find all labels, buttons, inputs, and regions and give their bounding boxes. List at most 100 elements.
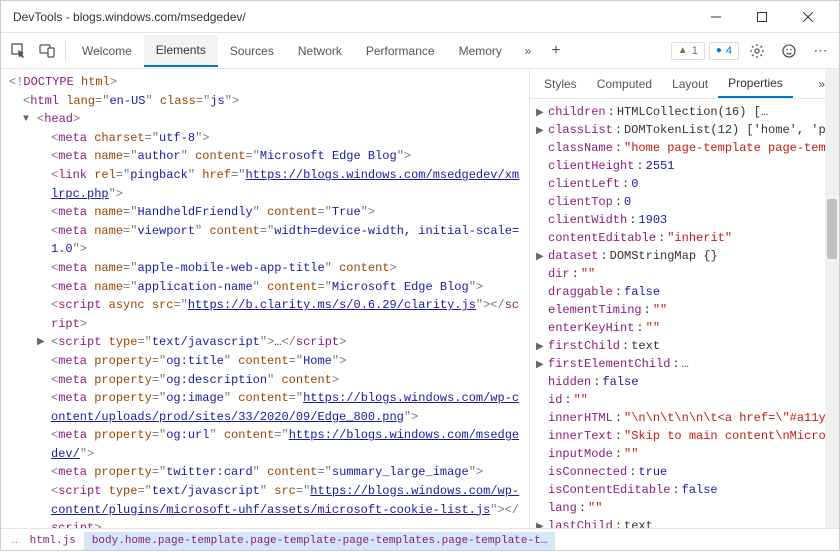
feedback-icon[interactable] bbox=[775, 37, 803, 65]
dom-node[interactable]: <link rel="pingback" href="https://blogs… bbox=[9, 166, 521, 203]
dom-node[interactable]: <meta name="HandheldFriendly" content="T… bbox=[9, 203, 521, 222]
tab-sources[interactable]: Sources bbox=[218, 36, 286, 66]
maximize-button[interactable] bbox=[739, 2, 785, 32]
breadcrumb-item[interactable]: body.home.page-template.page-template-pa… bbox=[84, 532, 555, 550]
dom-node[interactable]: <meta property="og:image" content="https… bbox=[9, 389, 521, 426]
titlebar: DevTools - blogs.windows.com/msedgedev/ bbox=[1, 1, 839, 33]
property-key: id bbox=[548, 391, 562, 409]
property-key: inputMode bbox=[548, 445, 613, 463]
elements-tree[interactable]: <!DOCTYPE html><html lang="en-US" class=… bbox=[1, 69, 529, 528]
dom-node[interactable]: <meta property="twitter:card" content="s… bbox=[9, 463, 521, 482]
tab-network[interactable]: Network bbox=[286, 36, 354, 66]
device-toggle-icon[interactable] bbox=[33, 37, 61, 65]
dom-node[interactable]: <meta property="og:url" content="https:/… bbox=[9, 426, 521, 463]
property-value: "" bbox=[646, 319, 660, 337]
property-row[interactable]: ▶firstElementChild: … bbox=[536, 355, 833, 373]
property-value: DOMTokenList(12) ['home', 'page-… bbox=[624, 121, 833, 139]
property-value: "" bbox=[653, 301, 667, 319]
property-row[interactable]: clientTop: 0 bbox=[536, 193, 833, 211]
property-row[interactable]: className: "home page-template page-temp… bbox=[536, 139, 833, 157]
property-row[interactable]: clientHeight: 2551 bbox=[536, 157, 833, 175]
add-tab-icon[interactable]: + bbox=[542, 37, 570, 65]
expand-arrow-icon[interactable]: ▶ bbox=[37, 335, 45, 351]
dom-node[interactable]: <meta property="og:description" content> bbox=[9, 371, 521, 390]
property-row[interactable]: ▶children: HTMLCollection(16) [… bbox=[536, 103, 833, 121]
property-row[interactable]: clientLeft: 0 bbox=[536, 175, 833, 193]
close-button[interactable] bbox=[785, 2, 831, 32]
expand-arrow-icon[interactable]: ▶ bbox=[536, 124, 544, 139]
dom-breadcrumb[interactable]: … html.jsbody.home.page-template.page-te… bbox=[1, 528, 839, 552]
property-row[interactable]: lang: "" bbox=[536, 499, 833, 517]
property-row[interactable]: hidden: false bbox=[536, 373, 833, 391]
property-row[interactable]: ▶dataset: DOMStringMap {} bbox=[536, 247, 833, 265]
breadcrumb-item[interactable]: html.js bbox=[22, 532, 84, 550]
expand-arrow-icon[interactable]: ▼ bbox=[23, 112, 29, 128]
property-row[interactable]: contentEditable: "inherit" bbox=[536, 229, 833, 247]
more-tabs-icon[interactable]: » bbox=[514, 37, 542, 65]
sidebar-tab-properties[interactable]: Properties bbox=[718, 70, 793, 98]
sidebar-tabs: StylesComputedLayoutProperties» bbox=[530, 69, 839, 99]
issues-badge[interactable]: ●4 bbox=[709, 42, 739, 60]
tab-memory[interactable]: Memory bbox=[447, 36, 514, 66]
tab-welcome[interactable]: Welcome bbox=[70, 36, 144, 66]
dom-node[interactable]: ▼<head> bbox=[9, 110, 521, 129]
settings-icon[interactable] bbox=[743, 37, 771, 65]
property-value: 0 bbox=[624, 193, 631, 211]
dom-node[interactable]: <meta name="application-name" content="M… bbox=[9, 278, 521, 297]
dom-node[interactable]: <!DOCTYPE html> bbox=[9, 73, 521, 92]
window-controls bbox=[693, 2, 831, 32]
dom-node[interactable]: <script async src="https://b.clarity.ms/… bbox=[9, 296, 521, 333]
property-row[interactable]: innerHTML: "\n\n\t\n\n\t<a href=\"#a11y-… bbox=[536, 409, 833, 427]
sidebar-tab-styles[interactable]: Styles bbox=[534, 71, 587, 97]
dom-node[interactable]: <meta property="og:title" content="Home"… bbox=[9, 352, 521, 371]
property-key: elementTiming bbox=[548, 301, 642, 319]
property-value: text bbox=[631, 337, 660, 355]
dom-node[interactable]: <html lang="en-US" class="js"> bbox=[9, 92, 521, 111]
expand-arrow-icon[interactable]: ▶ bbox=[536, 520, 544, 528]
dom-node[interactable]: <meta name="author" content="Microsoft E… bbox=[9, 147, 521, 166]
panel-tabs: WelcomeElementsSourcesNetworkPerformance… bbox=[70, 35, 514, 67]
scrollbar-thumb[interactable] bbox=[827, 199, 837, 259]
inspect-icon[interactable] bbox=[5, 37, 33, 65]
expand-arrow-icon[interactable]: ▶ bbox=[536, 340, 544, 355]
property-key: innerHTML bbox=[548, 409, 613, 427]
property-row[interactable]: enterKeyHint: "" bbox=[536, 319, 833, 337]
property-row[interactable]: elementTiming: "" bbox=[536, 301, 833, 319]
expand-arrow-icon[interactable]: ▶ bbox=[536, 106, 544, 121]
dom-node[interactable]: ▶<script type="text/javascript">…</scrip… bbox=[9, 333, 521, 352]
property-row[interactable]: innerText: "Skip to main content\nMicros… bbox=[536, 427, 833, 445]
property-row[interactable]: draggable: false bbox=[536, 283, 833, 301]
property-value: "" bbox=[574, 391, 588, 409]
property-key: clientHeight bbox=[548, 157, 634, 175]
expand-arrow-icon[interactable]: ▶ bbox=[536, 358, 544, 373]
property-key: lang bbox=[548, 499, 577, 517]
sidebar-tab-layout[interactable]: Layout bbox=[662, 71, 718, 97]
dom-node[interactable]: <script type="text/javascript" src="http… bbox=[9, 482, 521, 528]
property-value: … bbox=[682, 355, 689, 373]
property-row[interactable]: ▶lastChild: text bbox=[536, 517, 833, 528]
dom-node[interactable]: <meta name="viewport" content="width=dev… bbox=[9, 222, 521, 259]
divider bbox=[65, 41, 66, 61]
property-row[interactable]: clientWidth: 1903 bbox=[536, 211, 833, 229]
property-row[interactable]: ▶classList: DOMTokenList(12) ['home', 'p… bbox=[536, 121, 833, 139]
property-row[interactable]: inputMode: "" bbox=[536, 445, 833, 463]
dom-node[interactable]: <meta charset="utf-8"> bbox=[9, 129, 521, 148]
minimize-button[interactable] bbox=[693, 2, 739, 32]
dom-node[interactable]: <meta name="apple-mobile-web-app-title" … bbox=[9, 259, 521, 278]
properties-list[interactable]: ▶children: HTMLCollection(16) […▶classLi… bbox=[530, 99, 839, 528]
tab-elements[interactable]: Elements bbox=[144, 35, 218, 67]
sidebar-tab-computed[interactable]: Computed bbox=[587, 71, 662, 97]
property-row[interactable]: dir: "" bbox=[536, 265, 833, 283]
tab-performance[interactable]: Performance bbox=[354, 36, 447, 66]
property-value: "inherit" bbox=[667, 229, 732, 247]
expand-arrow-icon[interactable]: ▶ bbox=[536, 250, 544, 265]
menu-icon[interactable]: ⋯ bbox=[807, 37, 835, 65]
property-row[interactable]: isConnected: true bbox=[536, 463, 833, 481]
property-row[interactable]: ▶firstChild: text bbox=[536, 337, 833, 355]
breadcrumb-overflow[interactable]: … bbox=[7, 535, 22, 547]
property-row[interactable]: isContentEditable: false bbox=[536, 481, 833, 499]
warnings-badge[interactable]: ▲1 bbox=[671, 42, 705, 60]
property-row[interactable]: id: "" bbox=[536, 391, 833, 409]
window-scrollbar[interactable] bbox=[825, 69, 839, 528]
property-key: clientTop bbox=[548, 193, 613, 211]
